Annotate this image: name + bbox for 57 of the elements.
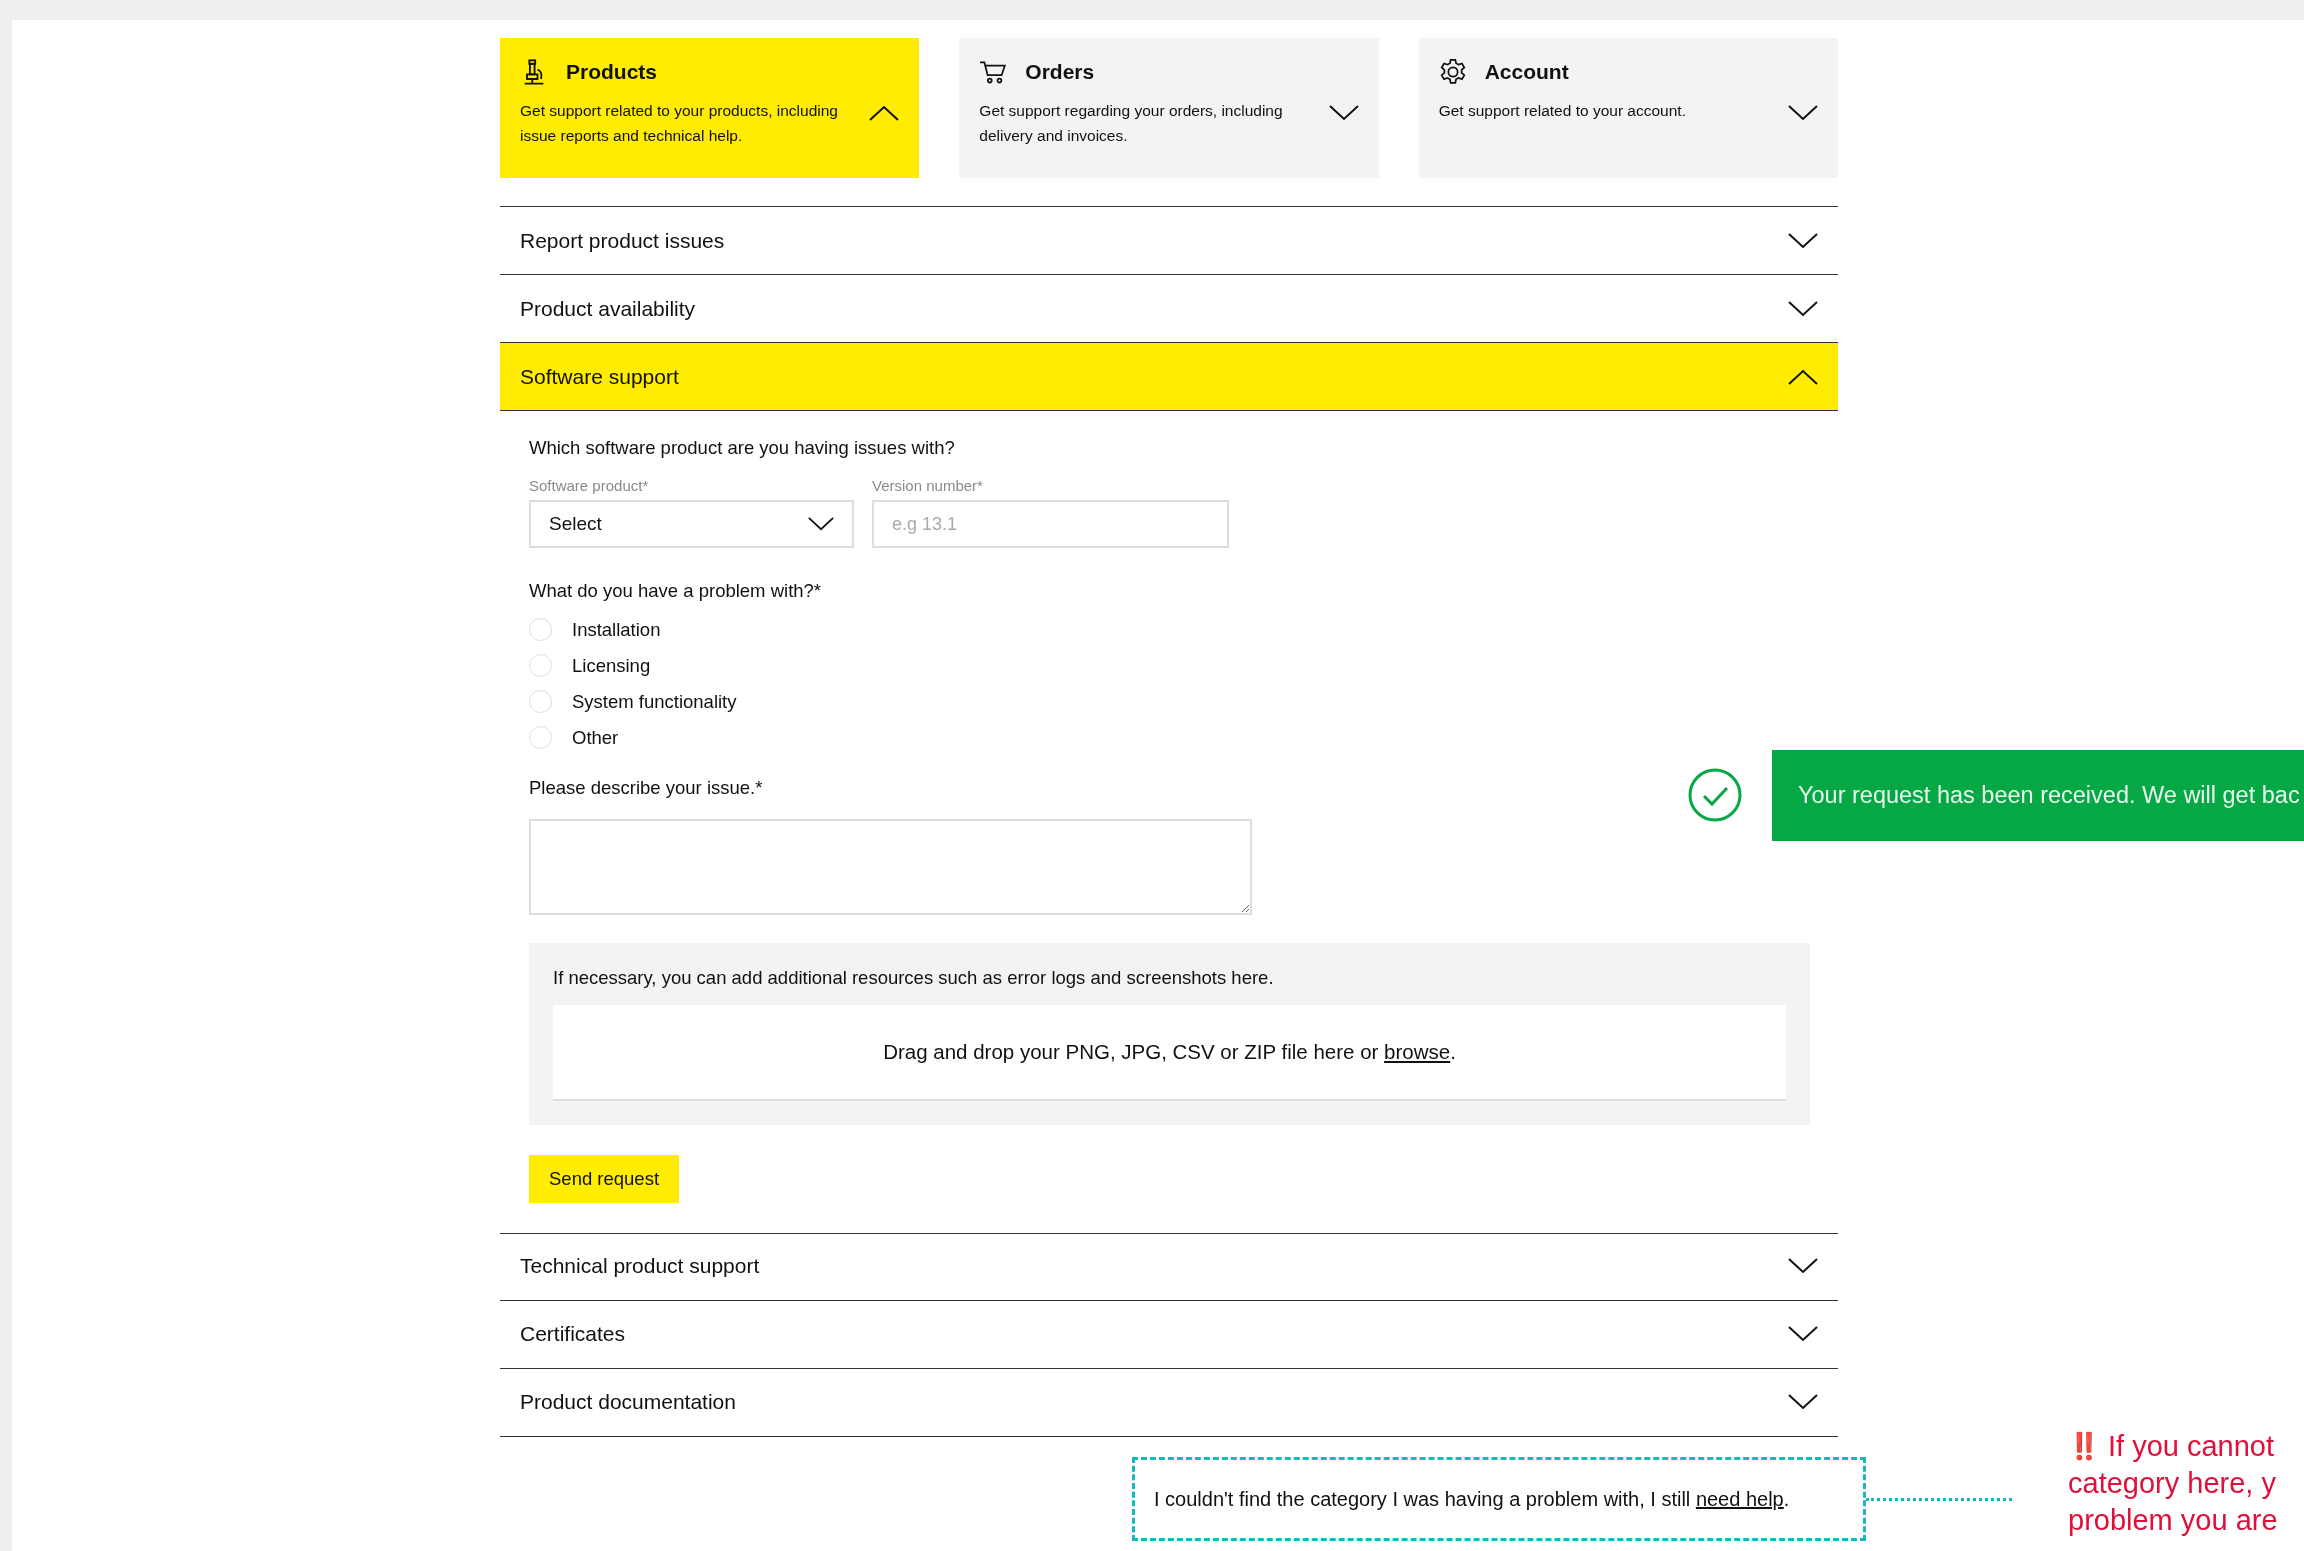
chevron-up-icon xyxy=(869,105,900,121)
field-label: Please describe your issue.* xyxy=(529,777,763,799)
description-field[interactable] xyxy=(529,819,1252,915)
warning-mark: ‼ xyxy=(2068,1430,2100,1463)
radio-option[interactable]: System functionality xyxy=(529,690,737,713)
category-title: Products xyxy=(566,60,657,84)
question-text: What do you have a problem with?* xyxy=(529,580,822,602)
category-description: Get support regarding your orders, including delivery and invoices. xyxy=(979,101,1284,146)
chevron-down-icon xyxy=(1328,105,1359,121)
section-title: Report product issues xyxy=(520,228,725,253)
accordion-header[interactable]: Software support xyxy=(500,343,1838,411)
accordion-header[interactable]: Certificates xyxy=(500,1300,1838,1369)
chevron-down-icon xyxy=(1788,232,1818,249)
chevron-down-icon xyxy=(1788,1326,1818,1342)
accordion-header[interactable]: Technical product support xyxy=(500,1232,1838,1301)
section-title: Product availability xyxy=(520,296,696,321)
category-card[interactable]: Account Get support related to your account. xyxy=(1418,38,1838,178)
category-title: Account xyxy=(1484,60,1569,84)
category-card[interactable]: Orders Get support regarding your orders, including delivery and invoices. xyxy=(959,38,1379,178)
accordion-header[interactable]: Report product issues xyxy=(500,207,1838,275)
category-description: Get support related to your products, including issue reports and technical help. xyxy=(520,101,839,146)
chevron-down-icon xyxy=(1788,1394,1818,1410)
radio-option[interactable]: Other xyxy=(529,726,737,749)
dropzone[interactable]: Drag and drop your PNG, JPG, CSV or ZIP file here or browse. xyxy=(553,1005,1786,1101)
cart-icon xyxy=(979,58,1008,86)
radio-option[interactable]: Installation xyxy=(529,618,737,641)
version-field[interactable]: e.g 13.1 xyxy=(872,500,1229,548)
chevron-down-icon xyxy=(808,517,834,531)
category-card[interactable]: Products Get support related to your products, including issue reports and technical help. xyxy=(500,38,920,178)
radio-option[interactable]: Licensing xyxy=(529,654,737,677)
checkmark-icon xyxy=(1688,768,1742,822)
dropzone-text: Drag and drop your PNG, JPG, CSV or ZIP file here or browse. xyxy=(883,1040,1456,1064)
annotation-text: If you cannot xyxy=(2108,1429,2275,1464)
category-description: Get support related to your account. xyxy=(1438,101,1686,121)
product-select[interactable]: Select xyxy=(529,500,854,548)
section-title: Product documentation xyxy=(520,1390,736,1414)
annotation-text: category here, y xyxy=(2068,1466,2276,1501)
chevron-down-icon xyxy=(1788,1258,1818,1274)
browse-link[interactable]: browse xyxy=(1384,1040,1451,1063)
attachment-note: If necessary, you can add additional resources such as error logs and screenshots here. xyxy=(553,967,1275,989)
annotation-text: problem you are xyxy=(2068,1503,2278,1538)
field-label: Software product* xyxy=(529,477,650,494)
category-title: Orders xyxy=(1025,60,1095,84)
chevron-down-icon xyxy=(1788,105,1818,121)
field-label: Version number* xyxy=(872,477,984,494)
question-text: Which software product are you having issues with? xyxy=(529,437,955,459)
need-help-link[interactable]: need help xyxy=(1695,1487,1784,1510)
chevron-up-icon xyxy=(1788,368,1818,385)
section-title: Technical product support xyxy=(520,1254,760,1278)
send-request-button[interactable]: Send request xyxy=(529,1155,680,1203)
accordion-header[interactable]: Product documentation xyxy=(500,1368,1838,1437)
section-title: Software support xyxy=(520,364,679,389)
success-message: Your request has been received. We will get bac xyxy=(1798,782,2300,809)
help-text: I couldn't find the category I was having a problem with, I still need help. xyxy=(1154,1487,1790,1511)
gear-icon xyxy=(1438,58,1467,86)
section-title: Certificates xyxy=(520,1322,626,1346)
chevron-down-icon xyxy=(1788,300,1818,317)
